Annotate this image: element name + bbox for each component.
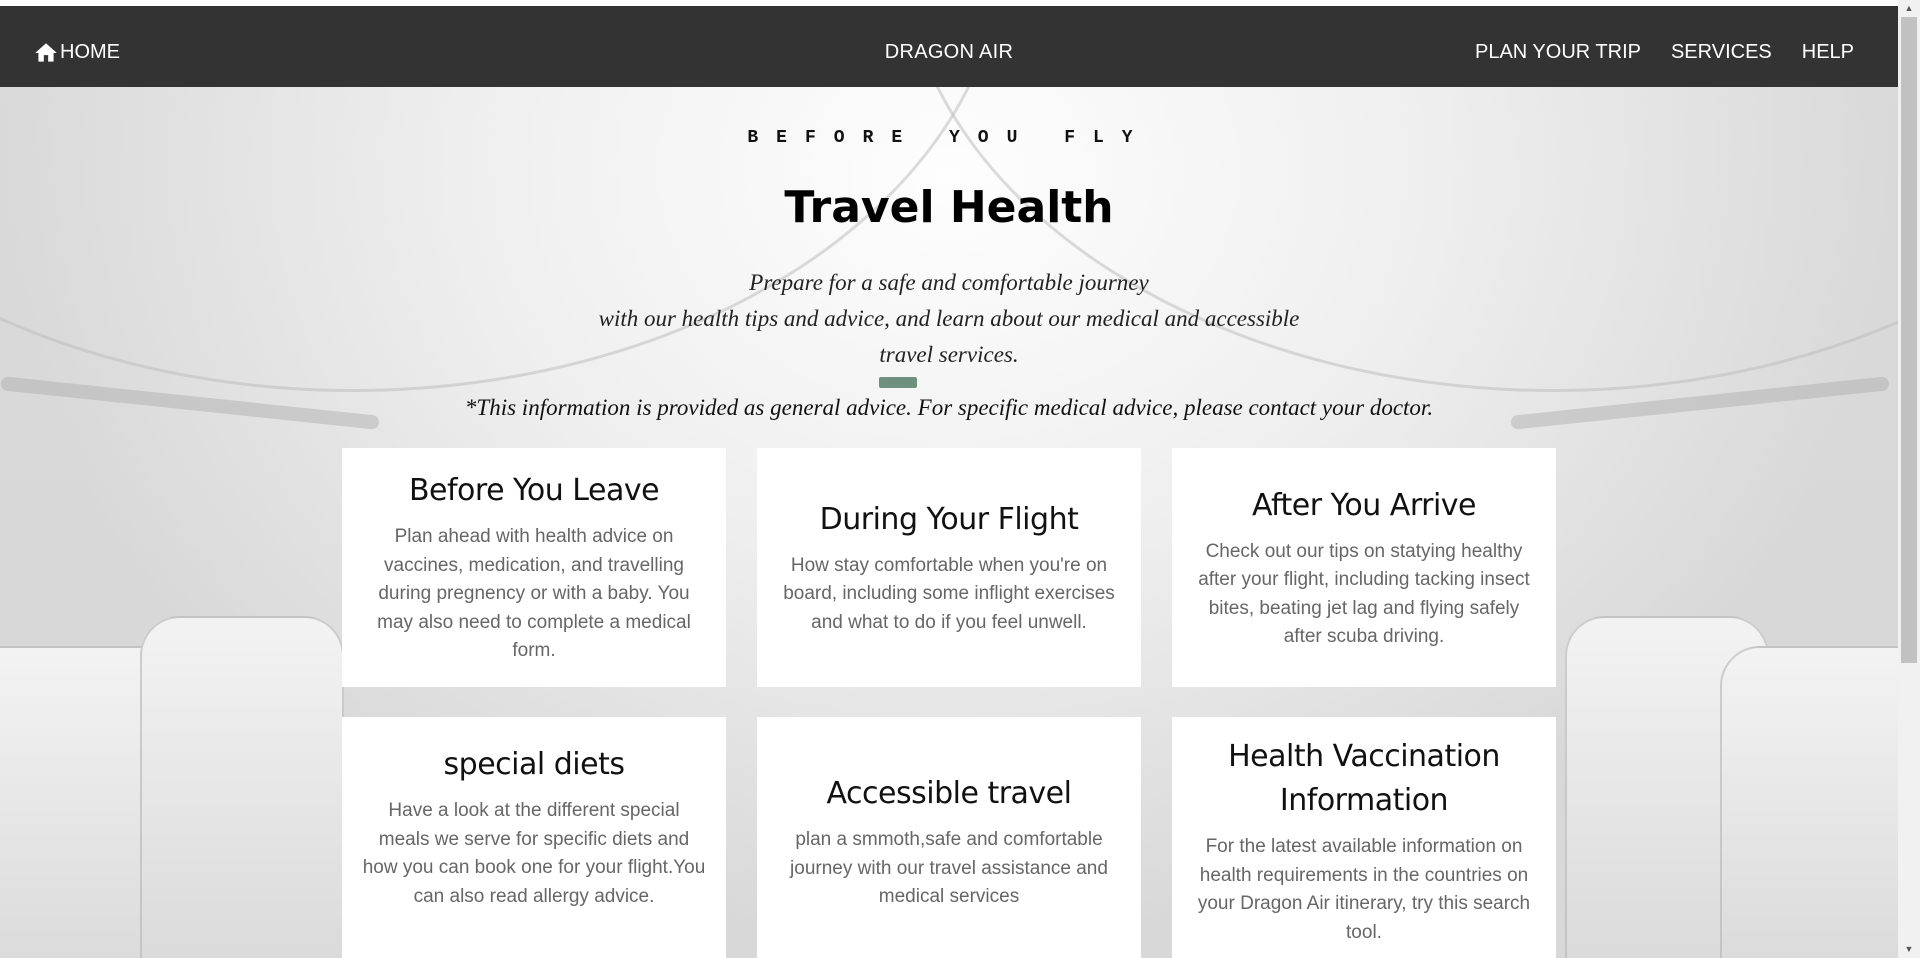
card-title: Before You Leave: [408, 473, 660, 509]
scroll-thumb[interactable]: [1901, 17, 1917, 663]
card-title: Health Vaccination Information: [1228, 739, 1500, 818]
home-link[interactable]: HOME: [33, 38, 120, 66]
card-text: Have a look at the different special mea…: [362, 800, 706, 907]
card-after-you-arrive[interactable]: After You Arrive Check out our tips on s…: [1172, 448, 1556, 687]
card-title: special diets: [443, 747, 625, 782]
seat: [1720, 646, 1898, 958]
card-text: For the latest available information on …: [1197, 836, 1531, 943]
seat: [140, 616, 344, 958]
home-icon: [35, 43, 57, 62]
card-text: Check out our tips on statying healthy a…: [1198, 540, 1530, 648]
section-kicker: BEFORE YOU FLY: [747, 128, 1151, 148]
intro-line: with our health tips and advice, and lea…: [598, 306, 1300, 331]
exit-sign-icon: [879, 377, 917, 388]
card-before-you-leave[interactable]: Before You Leave Plan ahead with health …: [342, 448, 726, 687]
card-during-your-flight[interactable]: During Your Flight How stay comfortable …: [757, 448, 1141, 687]
page-scrollbar[interactable]: ▲ ▼: [1898, 0, 1920, 958]
card-text: plan a smmoth,safe and comfortable journ…: [790, 829, 1108, 907]
card-text: Plan ahead with health advice on vaccine…: [377, 526, 691, 662]
card-text: How stay comfortable when you're on boar…: [783, 554, 1115, 633]
main-nav: PLAN YOUR TRIP SERVICES HELP: [1475, 41, 1854, 64]
nav-plan-your-trip[interactable]: PLAN YOUR TRIP: [1475, 41, 1641, 64]
top-navigation-bar: HOME DRAGON AIR PLAN YOUR TRIP SERVICES …: [0, 6, 1898, 87]
disclaimer-text: *This information is provided as general…: [464, 395, 1434, 420]
intro-text: Prepare for a safe and comfortable journ…: [0, 265, 1898, 373]
card-accessible-travel[interactable]: Accessible travel plan a smmoth,safe and…: [757, 717, 1141, 958]
nav-help[interactable]: HELP: [1802, 41, 1854, 64]
card-health-vaccination[interactable]: Health Vaccination Information For the l…: [1172, 717, 1556, 958]
scroll-down-arrow-icon[interactable]: ▼: [1898, 941, 1920, 958]
card-title: After You Arrive: [1251, 487, 1477, 523]
intro-line: travel services.: [879, 342, 1019, 367]
scroll-up-arrow-icon[interactable]: ▲: [1898, 0, 1920, 17]
card-special-diets[interactable]: special diets Have a look at the differe…: [342, 717, 726, 958]
card-title: Accessible travel: [826, 776, 1072, 811]
page-title: Travel Health: [784, 182, 1114, 233]
home-label: HOME: [60, 40, 120, 63]
card-title: During Your Flight: [819, 501, 1079, 537]
nav-services[interactable]: SERVICES: [1671, 41, 1772, 64]
intro-line: Prepare for a safe and comfortable journ…: [749, 270, 1149, 295]
